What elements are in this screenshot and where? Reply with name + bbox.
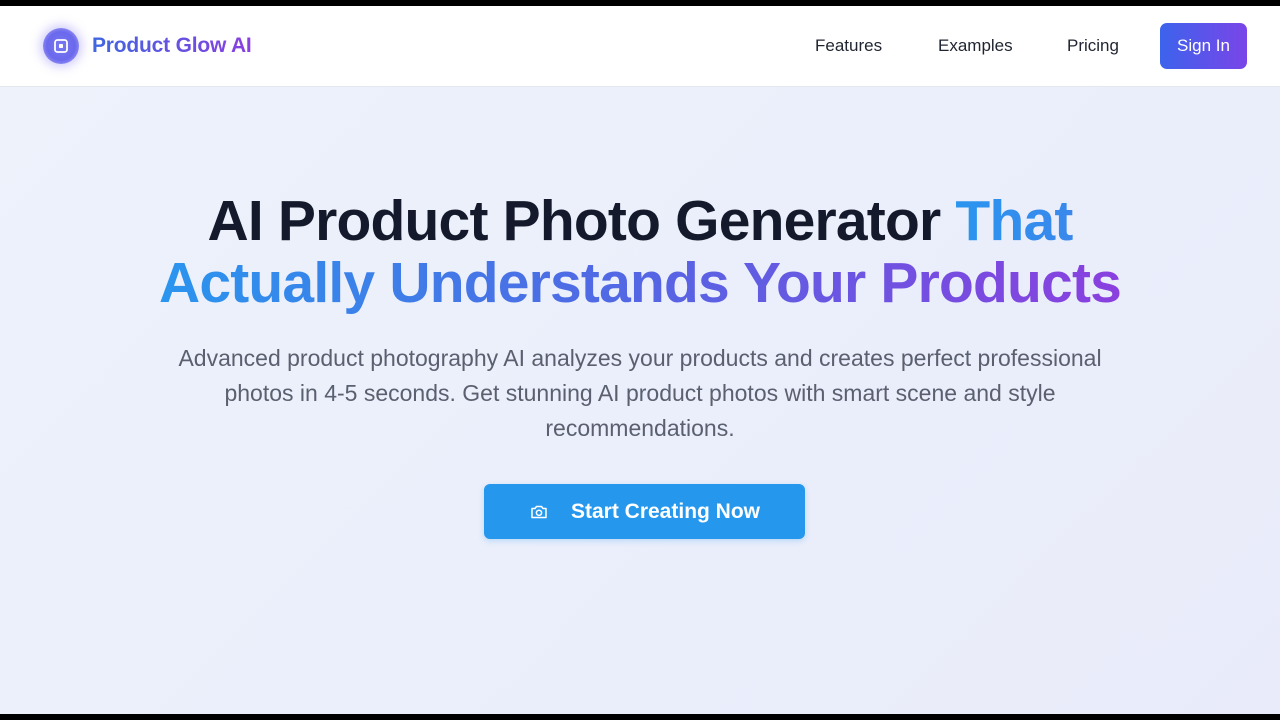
sign-in-button[interactable]: Sign In xyxy=(1160,23,1247,69)
start-creating-button[interactable]: Start Creating Now xyxy=(484,484,805,539)
nav-link-examples[interactable]: Examples xyxy=(938,36,1013,56)
headline-gradient-text: Actually Understands Your Products xyxy=(158,251,1122,315)
camera-icon xyxy=(529,502,549,522)
headline-dark-text: AI Product Photo Generator xyxy=(207,189,941,253)
browser-viewport: Product Glow AI Features Examples Pricin… xyxy=(0,6,1280,714)
nav-link-pricing[interactable]: Pricing xyxy=(1067,36,1119,56)
hero-section: AI Product Photo Generator That Actually… xyxy=(0,87,1280,714)
top-navbar: Product Glow AI Features Examples Pricin… xyxy=(0,6,1280,87)
start-creating-label: Start Creating Now xyxy=(570,499,761,523)
hero-headline: AI Product Photo Generator That Actually… xyxy=(0,190,1280,314)
nav-link-features[interactable]: Features xyxy=(815,36,882,56)
nav-links: Features Examples Pricing xyxy=(0,6,1280,87)
headline-that-text: That xyxy=(955,189,1073,253)
hero-subtitle: Advanced product photography AI analyzes… xyxy=(178,345,1102,441)
